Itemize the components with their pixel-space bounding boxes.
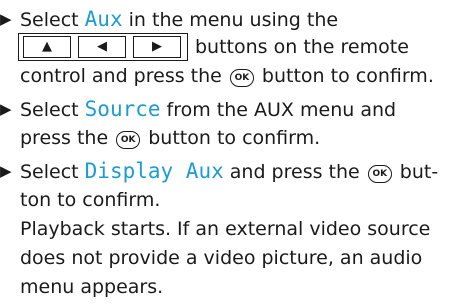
up-arrow-key-icon: ▲ [23, 36, 71, 58]
step3-result-line: menu appears. [20, 276, 164, 298]
left-arrow-key-icon: ◀ [78, 36, 126, 58]
step1-line3: control and press the OK button to confi… [20, 61, 434, 91]
step3-result-line: does not provide a video picture, an aud… [20, 247, 423, 269]
step2-bullet-icon: ▶ [0, 100, 12, 118]
step2-text: from the AUX menu and [160, 99, 397, 121]
step1-text: Select [20, 9, 85, 31]
step3-bullet-icon: ▶ [0, 162, 12, 180]
step1-text: control and press the [20, 65, 228, 87]
step2-menu-term: Source [84, 97, 161, 121]
step1-menu-term: Aux [84, 7, 123, 31]
instruction-page: ▶ Select Aux in the menu using the ▲ ◀ ▶… [0, 0, 462, 305]
step3-text: Select [20, 161, 85, 183]
step2-line1: Select Source from the AUX menu and [20, 94, 396, 124]
step1-text: button to confirm. [255, 65, 434, 87]
ok-button-icon: OK [116, 131, 141, 149]
step2-text: press the [20, 127, 115, 149]
step3-line1: Select Display Aux and press the OK but- [20, 156, 438, 186]
step3-menu-term: Display Aux [84, 159, 224, 183]
step1-bullet-icon: ▶ [0, 10, 12, 28]
step1-text: in the menu using the [122, 9, 339, 31]
step2-text: Select [20, 99, 85, 121]
step3-text: but- [393, 161, 439, 183]
step1-text: buttons on the remote [195, 36, 409, 58]
step2-line2: press the OK button to confirm. [20, 123, 320, 153]
step3-line2: ton to confirm. [20, 189, 161, 211]
step3-result-line: Playback starts. If an external video so… [20, 218, 431, 240]
step1-line1: Select Aux in the menu using the [20, 4, 338, 34]
step3-text: and press the [223, 161, 366, 183]
right-arrow-key-icon: ▶ [133, 36, 181, 58]
step1-line2: buttons on the remote [195, 32, 409, 62]
ok-button-icon: OK [229, 69, 254, 87]
step2-text: button to confirm. [142, 127, 321, 149]
ok-button-icon: OK [367, 165, 392, 183]
